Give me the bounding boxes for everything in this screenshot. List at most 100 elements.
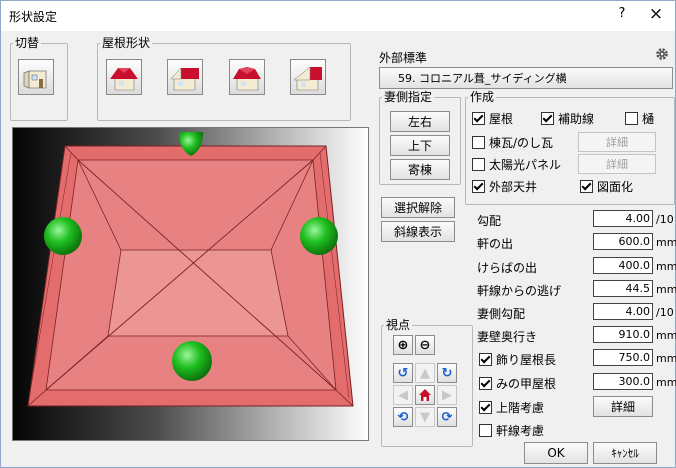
solar-panel-check[interactable] xyxy=(472,157,485,171)
shed-roof-house-icon xyxy=(293,66,322,91)
gable-roof-house-icon xyxy=(170,67,199,91)
gable-pitch-input[interactable]: 4.00 xyxy=(593,303,653,320)
wall-house-icon xyxy=(23,70,47,89)
ridge-tile-check[interactable] xyxy=(472,135,485,149)
eave-overhang-input[interactable]: 600.0 xyxy=(593,233,653,250)
rotate-ccw-button[interactable]: ↺ xyxy=(393,363,413,383)
roof-checkbox[interactable]: 屋根 xyxy=(472,110,513,126)
bottom-handle[interactable] xyxy=(172,341,212,381)
rotate-cw-button[interactable]: ↻ xyxy=(437,363,457,383)
aux-line-check[interactable] xyxy=(541,111,554,125)
decor-roof-unit: mm xyxy=(656,352,676,365)
verge-overhang-unit: mm xyxy=(656,260,676,273)
deselect-button[interactable]: 選択解除 xyxy=(381,197,455,218)
window-title: 形状設定 xyxy=(9,10,58,24)
roof-shed-button[interactable] xyxy=(290,59,326,95)
gable-up-down-button[interactable]: 上下 xyxy=(390,135,450,156)
drawing-checkbox[interactable]: 図面化 xyxy=(580,178,633,194)
gambrel-roof-house-icon xyxy=(233,67,261,91)
switch-wall-button[interactable] xyxy=(18,59,54,95)
pan-right-button[interactable]: ▶ xyxy=(437,385,457,405)
right-arrow-icon: ▶ xyxy=(442,387,452,403)
roof-gambrel-button[interactable] xyxy=(229,59,265,95)
roof-check[interactable] xyxy=(472,111,485,125)
verge-overhang-input[interactable]: 400.0 xyxy=(593,257,653,274)
ridge-detail-button[interactable]: 詳細 xyxy=(578,132,656,152)
ridge-tile-checkbox[interactable]: 棟瓦/のし瓦 xyxy=(472,134,553,150)
left-arrow-icon: ◀ xyxy=(398,387,408,403)
pan-left-button[interactable]: ◀ xyxy=(393,385,413,405)
mino-roof-unit: mm xyxy=(656,376,676,389)
exterior-ceiling-check[interactable] xyxy=(472,179,485,193)
upper-floor-detail-button[interactable]: 詳細 xyxy=(593,396,653,417)
home-view-button[interactable] xyxy=(415,385,435,405)
gutter-checkbox[interactable]: 樋 xyxy=(625,110,654,126)
pitch-label: 勾配 xyxy=(477,214,502,228)
gable-pitch-unit: /10 xyxy=(656,306,674,319)
gable-group-label: 妻側指定 xyxy=(384,90,433,104)
ok-button[interactable]: OK xyxy=(524,442,588,464)
aux-line-checkbox[interactable]: 補助線 xyxy=(541,110,594,126)
roof-3d-viewer[interactable] xyxy=(12,127,369,441)
roof-gable-button[interactable] xyxy=(167,59,203,95)
decor-roof-length-input[interactable]: 750.0 xyxy=(593,349,653,366)
gable-wall-depth-label: 妻壁奥行き xyxy=(477,330,538,344)
mino-roof-check[interactable] xyxy=(479,376,492,390)
pan-down-button[interactable]: ▼ xyxy=(415,407,435,427)
eave-overhang-label: 軒の出 xyxy=(477,237,514,251)
tilt-right-button[interactable]: ⟳ xyxy=(437,407,457,427)
title-bar: 形状設定 ? × xyxy=(1,1,675,31)
view-group-label: 視点 xyxy=(386,318,411,332)
zoom-in-button[interactable]: ⊕ xyxy=(393,335,413,355)
roof-wireframe xyxy=(27,132,354,407)
decor-roof-checkbox[interactable]: 飾り屋根長 xyxy=(479,351,556,367)
decor-roof-check[interactable] xyxy=(479,352,492,366)
roof-shape-group-label: 屋根形状 xyxy=(102,36,151,50)
upper-floor-checkbox[interactable]: 上階考慮 xyxy=(479,399,544,415)
solar-panel-checkbox[interactable]: 太陽光パネル xyxy=(472,156,561,172)
left-handle[interactable] xyxy=(44,217,82,255)
close-button[interactable]: × xyxy=(639,4,673,28)
cancel-button[interactable]: ｷｬﾝｾﾙ xyxy=(593,442,657,464)
pitch-input[interactable]: 4.00 xyxy=(593,210,653,227)
eave-line-offset-unit: mm xyxy=(656,283,676,296)
rotate-ccw-icon: ↺ xyxy=(397,365,409,381)
tilt-right-icon: ⟳ xyxy=(441,409,453,425)
drawing-check[interactable] xyxy=(580,179,593,193)
exterior-standard-select[interactable]: 59. コロニアル葺_サイディング横 xyxy=(379,67,673,89)
home-icon xyxy=(419,389,431,401)
eave-line-check[interactable] xyxy=(479,423,492,437)
eave-line-offset-label: 軒線からの逃げ xyxy=(477,284,562,298)
up-arrow-icon: ▲ xyxy=(420,365,430,381)
rotate-cw-icon: ↻ xyxy=(441,365,453,381)
tilt-left-icon: ⟲ xyxy=(397,409,409,425)
shape-settings-dialog: 形状設定 ? × 切替 屋根形状 外部標準 59. コロニアル葺_サイディング横… xyxy=(0,0,676,468)
tilt-left-button[interactable]: ⟲ xyxy=(393,407,413,427)
hip-roof-house-icon xyxy=(110,68,138,91)
roof-hip-button[interactable] xyxy=(106,59,142,95)
gable-left-right-button[interactable]: 左右 xyxy=(390,111,450,132)
upper-floor-check[interactable] xyxy=(479,400,492,414)
eave-line-checkbox[interactable]: 軒線考慮 xyxy=(479,422,544,438)
gable-hip-button[interactable]: 寄棟 xyxy=(390,159,450,180)
exterior-ceiling-checkbox[interactable]: 外部天井 xyxy=(472,178,537,194)
pan-up-button[interactable]: ▲ xyxy=(415,363,435,383)
solar-detail-button[interactable]: 詳細 xyxy=(578,154,656,174)
gable-wall-depth-input[interactable]: 910.0 xyxy=(593,326,653,343)
right-handle[interactable] xyxy=(300,217,338,255)
slope-line-display-button[interactable]: 斜線表示 xyxy=(381,221,455,242)
zoom-out-icon: ⊖ xyxy=(419,337,431,353)
mino-roof-checkbox[interactable]: みの甲屋根 xyxy=(479,375,556,391)
exterior-standard-label: 外部標準 xyxy=(379,51,428,65)
pitch-unit: /10 xyxy=(656,213,674,226)
zoom-out-button[interactable]: ⊖ xyxy=(415,335,435,355)
switch-group-label: 切替 xyxy=(15,36,40,50)
gable-pitch-label: 妻側勾配 xyxy=(477,307,526,321)
eave-line-offset-input[interactable]: 44.5 xyxy=(593,280,653,297)
gear-icon[interactable] xyxy=(655,47,669,64)
create-group-label: 作成 xyxy=(470,90,495,104)
zoom-in-icon: ⊕ xyxy=(397,337,409,353)
mino-roof-input[interactable]: 300.0 xyxy=(593,373,653,390)
help-button[interactable]: ? xyxy=(607,6,637,26)
gutter-check[interactable] xyxy=(625,111,638,125)
